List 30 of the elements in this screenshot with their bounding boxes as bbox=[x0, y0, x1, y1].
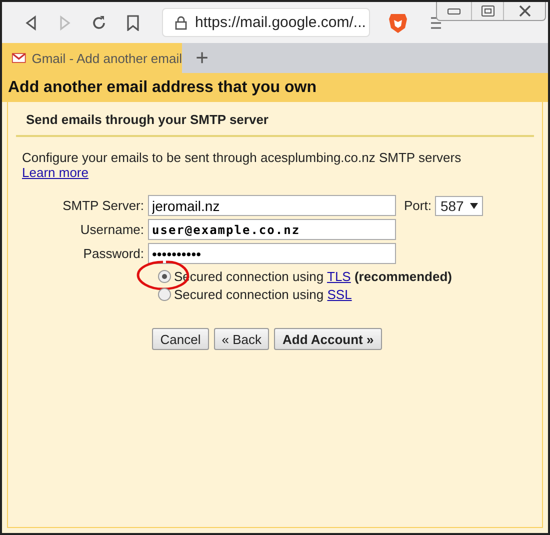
form-button[interactable]: « Back bbox=[214, 328, 270, 350]
page-heading: Add another email address that you own bbox=[2, 73, 548, 102]
radio-button[interactable] bbox=[158, 288, 171, 301]
form-button[interactable]: Cancel bbox=[152, 328, 209, 350]
learn-more-link[interactable]: Learn more bbox=[22, 165, 88, 180]
port-select[interactable]: 587 bbox=[435, 196, 483, 216]
tab-title: Gmail - Add another email bbox=[32, 50, 182, 66]
new-tab-button[interactable]: + bbox=[182, 43, 222, 73]
form-button[interactable]: Add Account » bbox=[274, 328, 382, 350]
menu-icon[interactable] bbox=[430, 16, 442, 30]
option-label: Secured connection using SSL bbox=[174, 287, 352, 302]
input-field[interactable]: user@example.co.nz bbox=[148, 219, 396, 240]
field-label: SMTP Server: bbox=[62, 198, 144, 213]
browser-tab[interactable]: Gmail - Add another email bbox=[2, 43, 182, 73]
field-label: Username: bbox=[79, 222, 144, 237]
envelope-m-icon bbox=[12, 52, 26, 64]
port-label: Port: bbox=[404, 198, 432, 213]
field-label: Password: bbox=[82, 246, 144, 261]
protocol-link[interactable]: SSL bbox=[327, 287, 352, 302]
url-text: https://mail.google.com/... bbox=[195, 14, 366, 31]
input-field[interactable]: jeromail.nz bbox=[148, 195, 396, 216]
password-field[interactable]: •••••••••• bbox=[148, 243, 396, 264]
address-bar[interactable]: https://mail.google.com/... bbox=[162, 8, 370, 37]
lion-shield-icon[interactable] bbox=[388, 12, 408, 34]
intro-text: Configure your emails to be sent through acesplumbing.co.nz SMTP servers Learn more bbox=[21, 149, 462, 180]
dropdown-icon bbox=[470, 202, 478, 208]
section-heading: Send emails through your SMTP server bbox=[16, 102, 534, 137]
lock-icon bbox=[175, 16, 187, 30]
radio-button[interactable] bbox=[158, 270, 171, 283]
protocol-link[interactable]: TLS bbox=[327, 269, 351, 284]
